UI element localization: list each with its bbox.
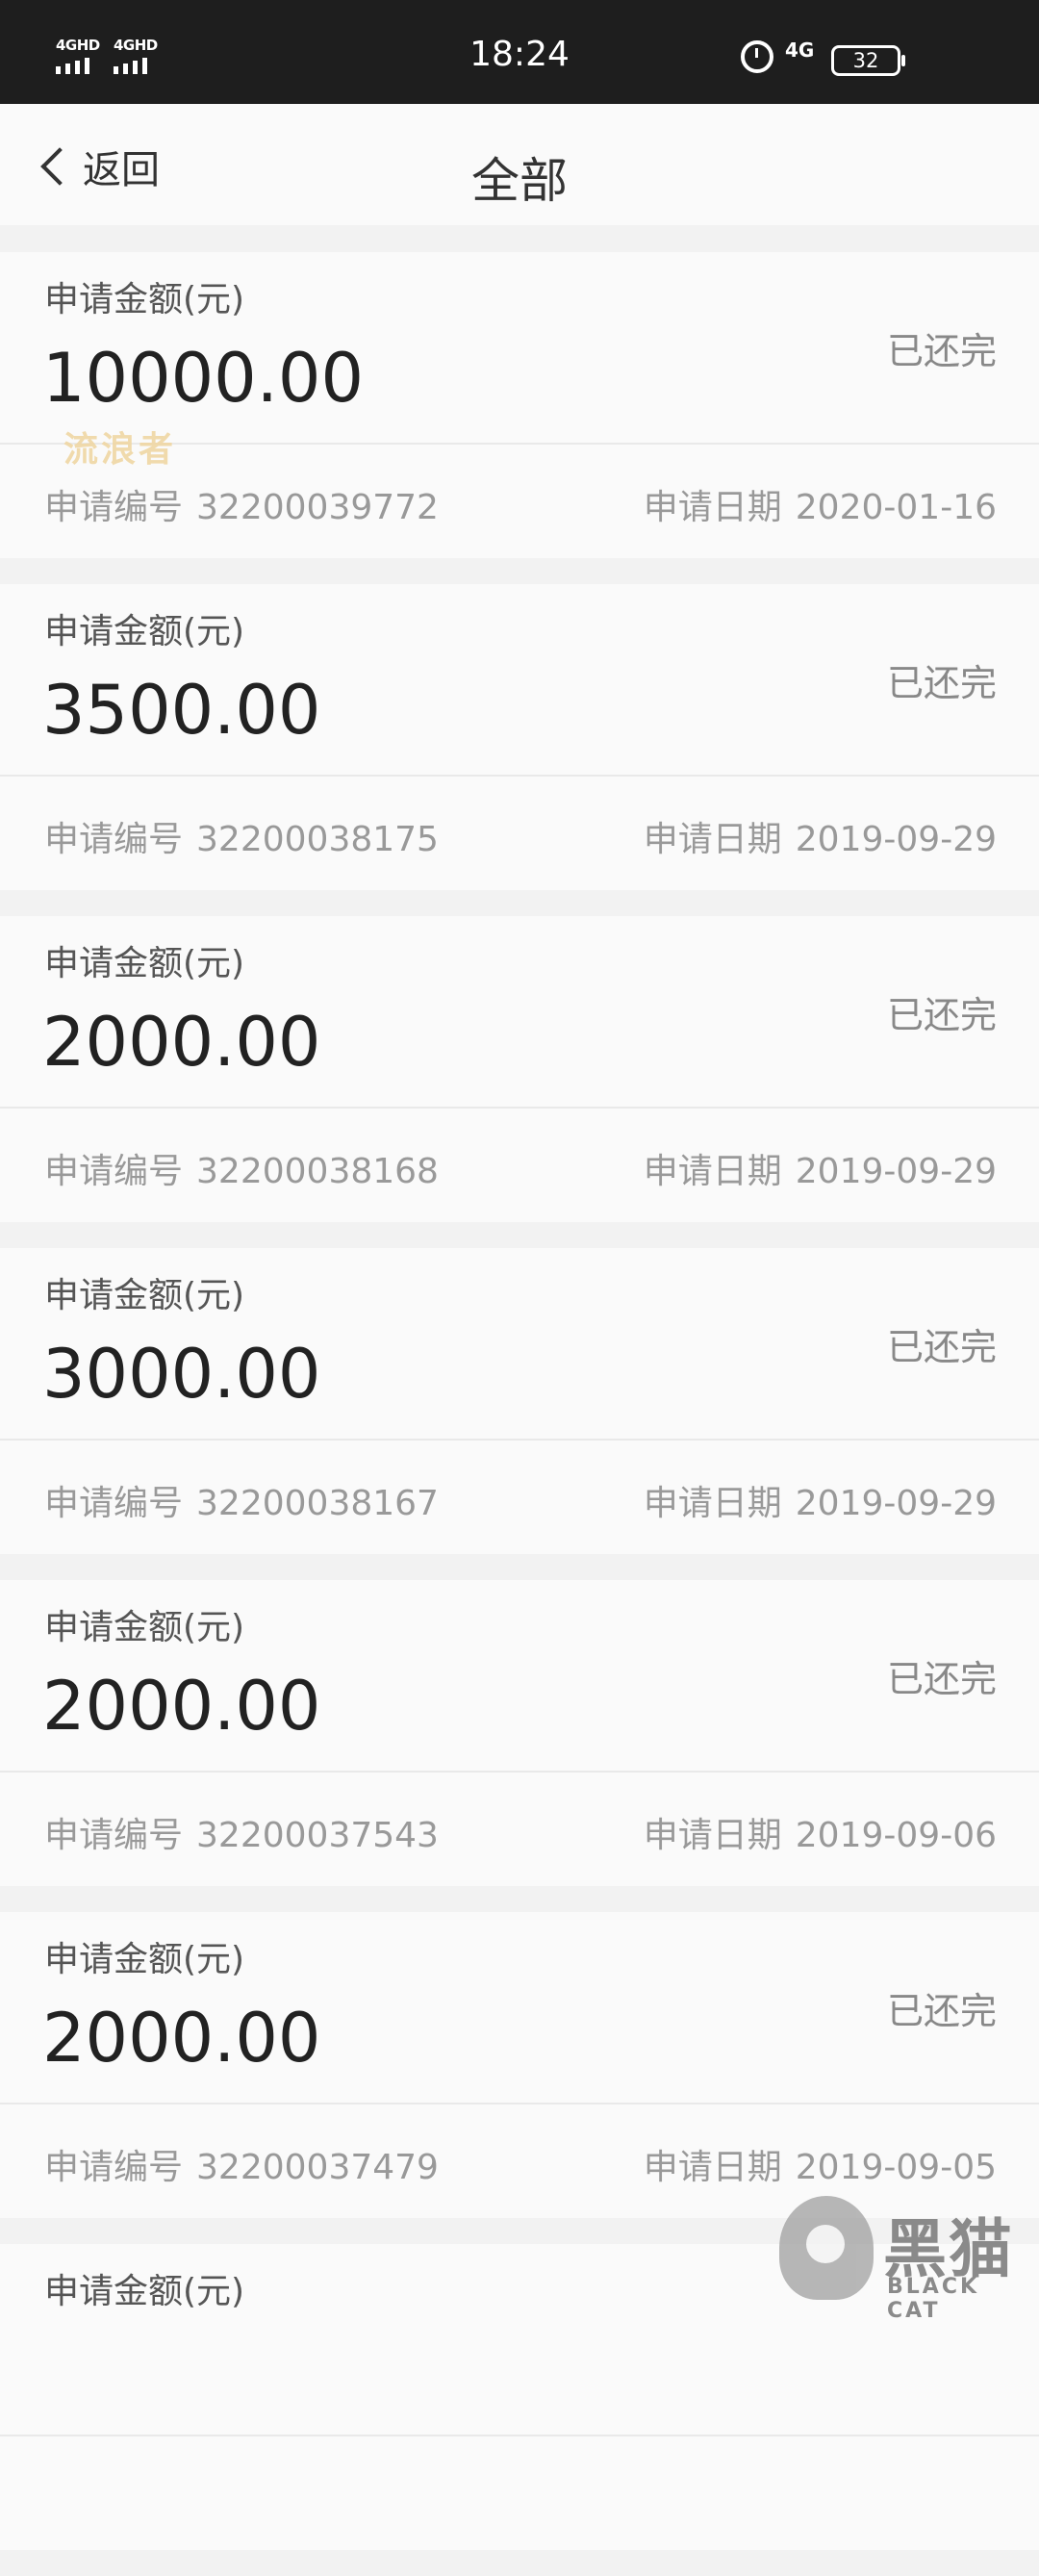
- application-number-label: 申请编号: [44, 488, 184, 527]
- application-number-value: 32200038168: [196, 1152, 439, 1191]
- application-date: 申请日期 2019-09-29: [644, 1143, 997, 1193]
- amount-label: 申请金额(元): [44, 1940, 245, 1979]
- page-title: 全部: [471, 153, 568, 209]
- application-number: 申请编号 32200038168: [44, 1143, 439, 1193]
- application-date-label: 申请日期: [643, 2148, 782, 2187]
- application-date-label: 申请日期: [643, 488, 782, 527]
- application-date: 申请日期 2019-09-05: [644, 2139, 997, 2189]
- application-date-label: 申请日期: [643, 1816, 782, 1855]
- application-number-label: 申请编号: [44, 2148, 184, 2187]
- application-date: 申请日期 2019-09-29: [644, 1475, 997, 1525]
- application-number-value: 32200038167: [196, 1484, 439, 1523]
- card-details: 申请编号 32200037543 申请日期 2019-09-06: [0, 1773, 1039, 1886]
- application-number: 申请编号 32200037479: [44, 2139, 439, 2189]
- repayment-status: 已还完: [886, 994, 997, 1036]
- application-number-label: 申请编号: [44, 1152, 184, 1191]
- amount-label: 申请金额(元): [44, 944, 245, 983]
- alarm-clock-icon: [741, 40, 773, 73]
- logo-en: BLACK CAT: [887, 2275, 980, 2323]
- black-cat-logo-icon: [779, 2196, 874, 2300]
- application-card[interactable]: 申请金额(元) 10000.00 已还完 申请编号 32200039772 申请日…: [0, 252, 1039, 558]
- repayment-status: 已还完: [886, 1990, 997, 2032]
- application-number-value: 32200037543: [196, 1816, 439, 1855]
- amount-value: 2000.00: [42, 1999, 321, 2078]
- application-date: 申请日期 2019-09-06: [644, 1807, 997, 1857]
- card-summary: 申请金额(元) 2000.00 已还完: [0, 1580, 1039, 1773]
- card-summary: 申请金额(元) 3500.00 已还完: [0, 584, 1039, 777]
- data-network-label: 4G: [785, 38, 815, 62]
- application-number-label: 申请编号: [44, 1484, 184, 1523]
- application-card[interactable]: 申请金额(元) 3500.00 已还完 申请编号 32200038175 申请日期…: [0, 584, 1039, 890]
- status-bar: 4GHD 4GHD 18:24 4G 32: [0, 0, 1039, 104]
- black-cat-logo: 黑猫 BLACK CAT: [779, 2196, 1039, 2323]
- card-summary: 申请金额(元) 3000.00 已还完: [0, 1248, 1039, 1441]
- watermark-text: 流浪者: [63, 430, 177, 470]
- application-number-label: 申请编号: [44, 1816, 184, 1855]
- repayment-status: 已还完: [886, 330, 997, 372]
- application-date: 申请日期 2019-09-29: [644, 811, 997, 861]
- amount-value: 3500.00: [42, 671, 321, 750]
- application-date: 申请日期 2020-01-16: [644, 479, 997, 529]
- application-number: 申请编号 32200039772: [44, 479, 439, 529]
- application-number-value: 32200037479: [196, 2148, 439, 2187]
- amount-label: 申请金额(元): [44, 612, 245, 651]
- card-summary: 申请金额(元) 2000.00 已还完: [0, 916, 1039, 1109]
- amount-value: 2000.00: [42, 1003, 321, 1082]
- card-details: 申请编号 32200038175 申请日期 2019-09-29: [0, 777, 1039, 890]
- card-details: 申请编号 32200038167 申请日期 2019-09-29: [0, 1441, 1039, 1554]
- repayment-status: 已还完: [886, 662, 997, 704]
- amount-value: 2000.00: [42, 1667, 321, 1746]
- application-number-value: 32200038175: [196, 820, 439, 859]
- application-date-value: 2019-09-05: [795, 2148, 997, 2187]
- application-number-label: 申请编号: [44, 820, 184, 859]
- card-summary: 申请金额(元) 10000.00 已还完: [0, 252, 1039, 445]
- repayment-status: 已还完: [886, 1658, 997, 1700]
- amount-label: 申请金额(元): [44, 2272, 245, 2311]
- application-card[interactable]: 申请金额(元) 3000.00 已还完 申请编号 32200038167 申请日期…: [0, 1248, 1039, 1554]
- battery-level: 32: [852, 49, 879, 72]
- application-date-value: 2019-09-06: [795, 1816, 997, 1855]
- card-details: 申请编号 32200038168 申请日期 2019-09-29: [0, 1109, 1039, 1222]
- amount-label: 申请金额(元): [44, 280, 245, 319]
- repayment-status: 已还完: [886, 1326, 997, 1368]
- amount-label: 申请金额(元): [44, 1608, 245, 1647]
- application-date-label: 申请日期: [643, 820, 782, 859]
- application-number: 申请编号 32200037543: [44, 1807, 439, 1857]
- nav-bar: 返回 全部: [0, 104, 1039, 225]
- amount-value: 10000.00: [42, 339, 365, 418]
- application-date-value: 2019-09-29: [795, 820, 997, 859]
- application-number: 申请编号 32200038167: [44, 1475, 439, 1525]
- application-number: 申请编号 32200038175: [44, 811, 439, 861]
- card-summary: 申请金额(元) 2000.00 已还完: [0, 1912, 1039, 2104]
- application-date-value: 2020-01-16: [795, 488, 997, 527]
- application-card[interactable]: 申请金额(元) 2000.00 已还完 申请编号 32200038168 申请日期…: [0, 916, 1039, 1222]
- application-number-value: 32200039772: [196, 488, 439, 527]
- application-date-value: 2019-09-29: [795, 1484, 997, 1523]
- application-date-label: 申请日期: [643, 1484, 782, 1523]
- application-date-value: 2019-09-29: [795, 1152, 997, 1191]
- battery-icon: 32: [831, 45, 905, 76]
- application-date-label: 申请日期: [643, 1152, 782, 1191]
- application-card[interactable]: 申请金额(元) 2000.00 已还完 申请编号 32200037479 申请日期…: [0, 1912, 1039, 2218]
- amount-label: 申请金额(元): [44, 1276, 245, 1315]
- application-card[interactable]: 申请金额(元) 2000.00 已还完 申请编号 32200037543 申请日期…: [0, 1580, 1039, 1886]
- amount-value: 3000.00: [42, 1335, 321, 1414]
